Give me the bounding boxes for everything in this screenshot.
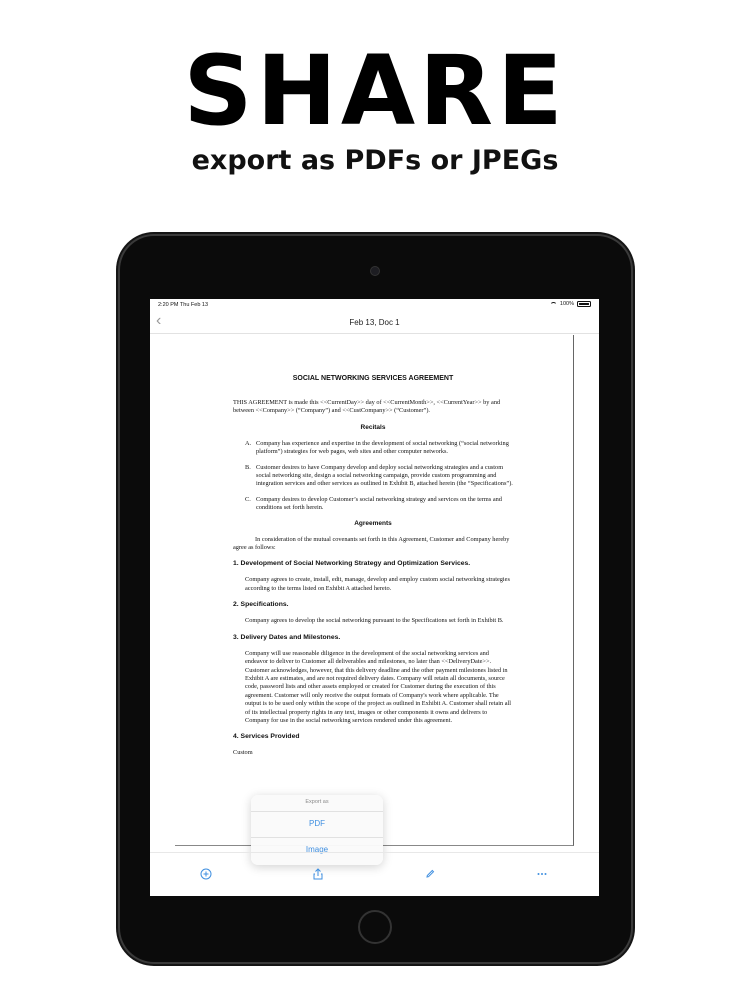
- nav-title: Feb 13, Doc 1: [349, 318, 400, 327]
- recital-item: B. Customer desires to have Company deve…: [245, 464, 513, 489]
- section-text: Custom: [233, 749, 253, 757]
- home-button[interactable]: [358, 910, 392, 944]
- recitals-heading: Recitals: [360, 423, 386, 431]
- more-icon[interactable]: [535, 868, 549, 882]
- recital-item: A. Company has experience and expertise …: [245, 440, 513, 457]
- promo-subheadline: export as PDFs or JPEGs: [191, 145, 559, 176]
- section-heading: 4. Services Provided: [233, 733, 300, 741]
- recital-label: C.: [245, 495, 251, 503]
- recital-label: B.: [245, 463, 251, 471]
- battery-percent: 100%: [559, 301, 574, 307]
- recital-label: A.: [245, 439, 252, 447]
- export-pdf-option[interactable]: PDF: [251, 811, 383, 836]
- recital-text: Customer desires to have Company develop…: [256, 463, 513, 488]
- camera-icon: [370, 266, 380, 276]
- section-text: Company will use reasonable diligence in…: [245, 649, 512, 724]
- promo-headline: SHARE: [183, 35, 567, 147]
- status-bar: 2:20 PM Thu Feb 13 100%: [150, 299, 599, 311]
- document-page[interactable]: SOCIAL NETWORKING SERVICES AGREEMENT THI…: [175, 335, 574, 846]
- battery-icon: [577, 301, 591, 307]
- recital-item: C. Company desires to develop Customer’s…: [245, 496, 513, 513]
- status-time: 2:20 PM Thu Feb 13: [158, 302, 209, 308]
- section-text: Company agrees to create, install, edit,…: [245, 576, 510, 592]
- document-title: SOCIAL NETWORKING SERVICES AGREEMENT: [292, 375, 454, 382]
- agreements-intro: In consideration of the mutual covenants…: [233, 535, 510, 552]
- pencil-icon[interactable]: [423, 868, 437, 882]
- navigation-bar: ‹ Feb 13, Doc 1: [150, 311, 599, 334]
- document-content: SOCIAL NETWORKING SERVICES AGREEMENT THI…: [233, 375, 513, 766]
- section-heading: 2. Specifications.: [233, 601, 289, 609]
- ipad-frame: 2:20 PM Thu Feb 13 100% ‹ Feb 13, Doc 1 …: [120, 236, 631, 962]
- document-intro: THIS AGREEMENT is made this <<CurrentDay…: [233, 399, 501, 415]
- section-text: Company agrees to develop the social net…: [245, 617, 504, 625]
- bottom-toolbar: [150, 852, 599, 896]
- add-icon[interactable]: [199, 868, 213, 882]
- status-right: 100%: [549, 301, 591, 307]
- recital-text: Company desires to develop Customer’s so…: [256, 495, 502, 512]
- section-heading: 3. Delivery Dates and Milestones.: [233, 633, 341, 641]
- section-heading: 1. Development of Social Networking Stra…: [233, 560, 471, 568]
- wifi-icon: [549, 301, 557, 307]
- app-screen: 2:20 PM Thu Feb 13 100% ‹ Feb 13, Doc 1 …: [150, 299, 599, 896]
- share-icon[interactable]: [311, 868, 325, 882]
- export-popover-title: Export as: [305, 799, 329, 805]
- agreements-heading: Agreements: [354, 519, 392, 527]
- recital-text: Company has experience and expertise in …: [256, 439, 509, 456]
